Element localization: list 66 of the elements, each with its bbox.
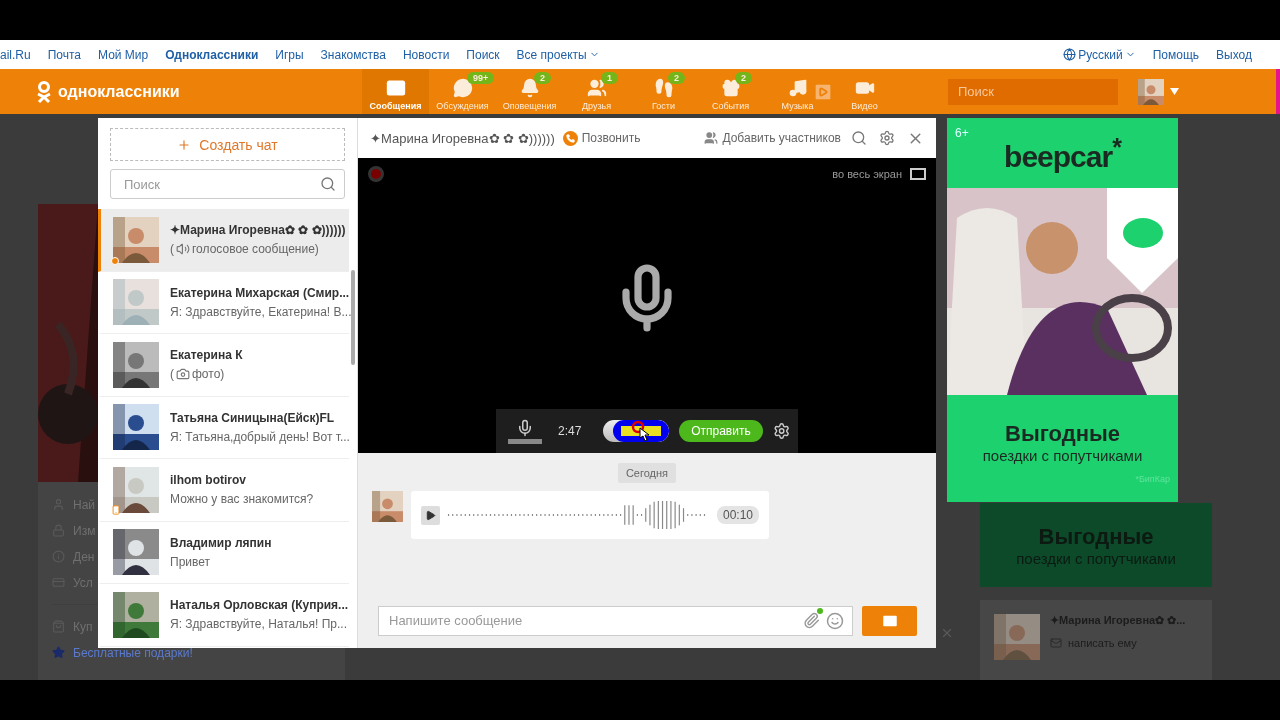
top-link[interactable]: Мой Мир (98, 47, 149, 62)
play-icon (424, 509, 436, 521)
search-field[interactable]: Поиск (110, 169, 345, 199)
top-link[interactable]: Новости (402, 47, 450, 62)
top-link[interactable]: ail.Ru (0, 47, 31, 62)
duration: 00:10 (716, 506, 759, 524)
search-icon[interactable] (851, 130, 867, 146)
phone-icon (562, 130, 578, 146)
contact-name: Наталья Орловская (Куприя... (170, 598, 349, 613)
footprints-icon (653, 78, 674, 98)
people-icon (704, 131, 719, 145)
search-icon (320, 176, 336, 192)
top-link[interactable]: Почта (47, 47, 81, 62)
add-members-link[interactable]: Добавить участников (704, 131, 841, 145)
fullscreen-link[interactable]: во весь экран (832, 168, 902, 180)
projects-menu[interactable]: Все проекты (516, 47, 600, 62)
message-preview: Я: Здравствуйте, Наталья! Пр... (170, 617, 349, 632)
logout-link[interactable]: Выход (1216, 47, 1252, 62)
message-field[interactable]: Напишите сообщение (378, 605, 853, 636)
ad-banner[interactable]: 6+ beepcar$^{*}$ Выгодные поездки с попутчиками *БипКар (947, 118, 1178, 502)
cursor-icon (631, 420, 652, 442)
play-button[interactable] (421, 505, 440, 525)
gift-icon (720, 78, 741, 98)
top-link[interactable]: Одноклассники (165, 47, 259, 62)
music-note-icon (787, 78, 808, 98)
message-preview: Можно у вас знакомится? (170, 492, 314, 507)
ad-footnote: *БипКар (1134, 473, 1171, 484)
fullscreen-icon[interactable] (910, 168, 926, 180)
count-badge: 2 (534, 72, 551, 84)
ad-subtitle: поездки с попутчиками (981, 447, 1144, 464)
settings-icon[interactable] (772, 421, 790, 441)
chat-bubbles-icon (452, 78, 473, 98)
brand-logo: beepcar$^{*}$ (1004, 132, 1121, 174)
microphone-icon (516, 418, 534, 437)
send-button[interactable] (862, 605, 917, 636)
language-menu[interactable]: Русский (1063, 47, 1136, 62)
count-badge: 99+ (467, 72, 495, 84)
record-icon (368, 166, 384, 182)
help-link[interactable]: Помощь (1152, 47, 1200, 62)
count-badge: 1 (601, 72, 618, 84)
contact-name: Владимир ляпин (170, 535, 272, 550)
scrollbar[interactable] (351, 270, 355, 365)
people-icon (586, 78, 607, 98)
message-preview: Привет (170, 554, 211, 569)
chat-title: ✦Марина Игоревна✿ ✿ ✿)))))) (370, 130, 555, 146)
age-rating: 6+ (955, 126, 969, 140)
recording-time: 2:47 (558, 424, 582, 438)
star-icon (52, 646, 65, 659)
top-link[interactable]: Знакомства (320, 47, 386, 62)
top-link[interactable]: Поиск (466, 47, 500, 62)
globe-icon (1063, 48, 1077, 61)
call-link[interactable]: Позвонить (562, 130, 641, 146)
top-link[interactable]: Игры (275, 47, 304, 62)
logo-icon (36, 80, 52, 103)
bell-icon (519, 78, 540, 98)
plus-icon (177, 137, 192, 152)
smiley-icon[interactable] (826, 611, 844, 630)
search-input[interactable]: Поиск (122, 175, 320, 193)
caret-icon (1170, 88, 1179, 95)
count-badge: 2 (668, 72, 685, 84)
logo-text: одноклассники (58, 82, 180, 101)
mic-level-bar (508, 438, 542, 444)
ad-title: Выгодные (1004, 421, 1121, 447)
date-label: Сегодня (617, 463, 677, 483)
search-field[interactable]: Поиск (948, 78, 1118, 105)
count-badge: 2 (735, 72, 752, 84)
